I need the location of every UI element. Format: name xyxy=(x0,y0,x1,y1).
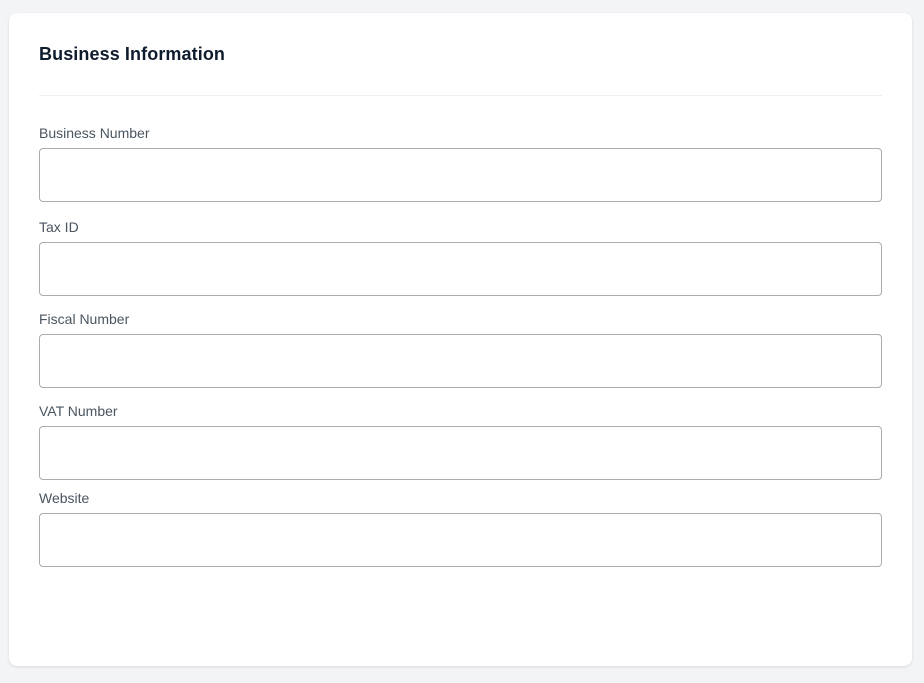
section-title: Business Information xyxy=(39,44,226,64)
website-input[interactable] xyxy=(39,513,882,567)
vat-number-input[interactable] xyxy=(39,426,882,480)
business-number-input[interactable] xyxy=(39,148,882,202)
section-divider xyxy=(39,95,882,96)
tax-id-label: Tax ID xyxy=(39,219,79,235)
business-information-card: Business Information Business Number Tax… xyxy=(9,13,912,666)
fiscal-number-input[interactable] xyxy=(39,334,882,388)
tax-id-input[interactable] xyxy=(39,242,882,296)
business-number-label: Business Number xyxy=(39,125,150,141)
website-label: Website xyxy=(39,490,90,506)
vat-number-label: VAT Number xyxy=(39,403,118,419)
fiscal-number-label: Fiscal Number xyxy=(39,311,130,327)
